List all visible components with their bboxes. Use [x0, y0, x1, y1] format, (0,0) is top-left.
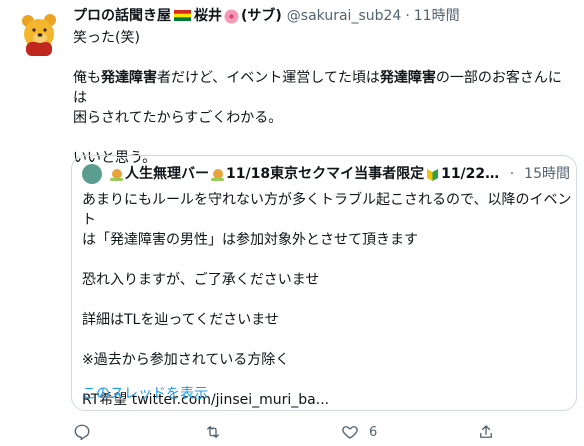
tweet-timestamp[interactable]: 11時間	[414, 6, 460, 26]
tweet-text-line: 笑った(笑)	[73, 30, 140, 46]
quoted-display-name: 人生無理バー 11/18東京セクマイ当事者限定 11/22東...	[108, 164, 506, 184]
quoted-tweet[interactable]: 人生無理バー 11/18東京セクマイ当事者限定 11/22東... · 15時間…	[71, 155, 577, 411]
quoted-text-line: は「発達障害の男性」は参加対象外とさせて頂きます	[82, 232, 418, 248]
retweet-button[interactable]	[204, 423, 222, 441]
reply-button[interactable]	[73, 423, 91, 441]
display-name-text-2: 桜井	[194, 8, 222, 24]
quoted-user-avatar	[82, 164, 102, 184]
share-icon	[480, 425, 492, 438]
quoted-tweet-text: あまりにもルールを守れない方が多くトラブル起こされるので、以降のイベント は「発…	[82, 190, 572, 410]
reply-icon	[74, 424, 90, 441]
like-button[interactable]: 6	[341, 423, 377, 441]
tweet-text: 笑った(笑) 俺も発達障害者だけど、イベント運営してた頃は発達障害の一部のお客さ…	[73, 28, 573, 168]
user-avatar[interactable]	[14, 8, 64, 58]
quoted-text-line: ※過去から参加されている方除く	[82, 352, 290, 368]
quoted-text-line: 詳細はTLを辿ってくださいませ	[82, 312, 279, 328]
winnie-the-pooh-avatar	[14, 8, 64, 58]
quoted-text-line: 恐れ入りますが、ご了承くださいませ	[82, 272, 320, 288]
tweet-header: プロの話聞き屋 桜井 (サブ) @sakurai_sub24 · 11時間	[73, 6, 573, 26]
snail-icon	[110, 168, 123, 181]
tweet-text-line: 困らされてたからすごくわかる。	[73, 110, 283, 126]
show-thread-link[interactable]: このスレッドを表示	[82, 384, 208, 404]
hibiscus-icon	[224, 9, 239, 23]
separator: ·	[509, 166, 515, 182]
separator: ·	[405, 8, 410, 24]
beginner-mark-icon	[427, 168, 439, 181]
quoted-text-line: あまりにもルールを守れない方が多くトラブル起こされるので、以降のイベント	[82, 192, 572, 228]
display-name-text-3: (サブ)	[241, 8, 282, 24]
retweet-icon	[207, 426, 219, 438]
like-count: 6	[369, 424, 378, 440]
display-name[interactable]: プロの話聞き屋 桜井 (サブ)	[73, 6, 282, 26]
quoted-timestamp: 15時間	[524, 166, 570, 182]
user-handle[interactable]: @sakurai_sub24	[287, 6, 402, 26]
like-icon	[342, 426, 358, 439]
share-button[interactable]	[477, 423, 495, 441]
tweet-body: プロの話聞き屋 桜井 (サブ) @sakurai_sub24 · 11時間 笑っ…	[73, 6, 573, 168]
quoted-tweet-header: 人生無理バー 11/18東京セクマイ当事者限定 11/22東... · 15時間	[82, 164, 570, 184]
display-name-text: プロの話聞き屋	[73, 8, 171, 24]
bolivia-flag-icon	[174, 9, 191, 21]
tweet-text-line: 俺も発達障害者だけど、イベント運営してた頃は発達障害の一部のお客さんには	[73, 70, 562, 106]
snail-icon	[211, 168, 224, 181]
tweet-actions: 6	[71, 423, 577, 445]
